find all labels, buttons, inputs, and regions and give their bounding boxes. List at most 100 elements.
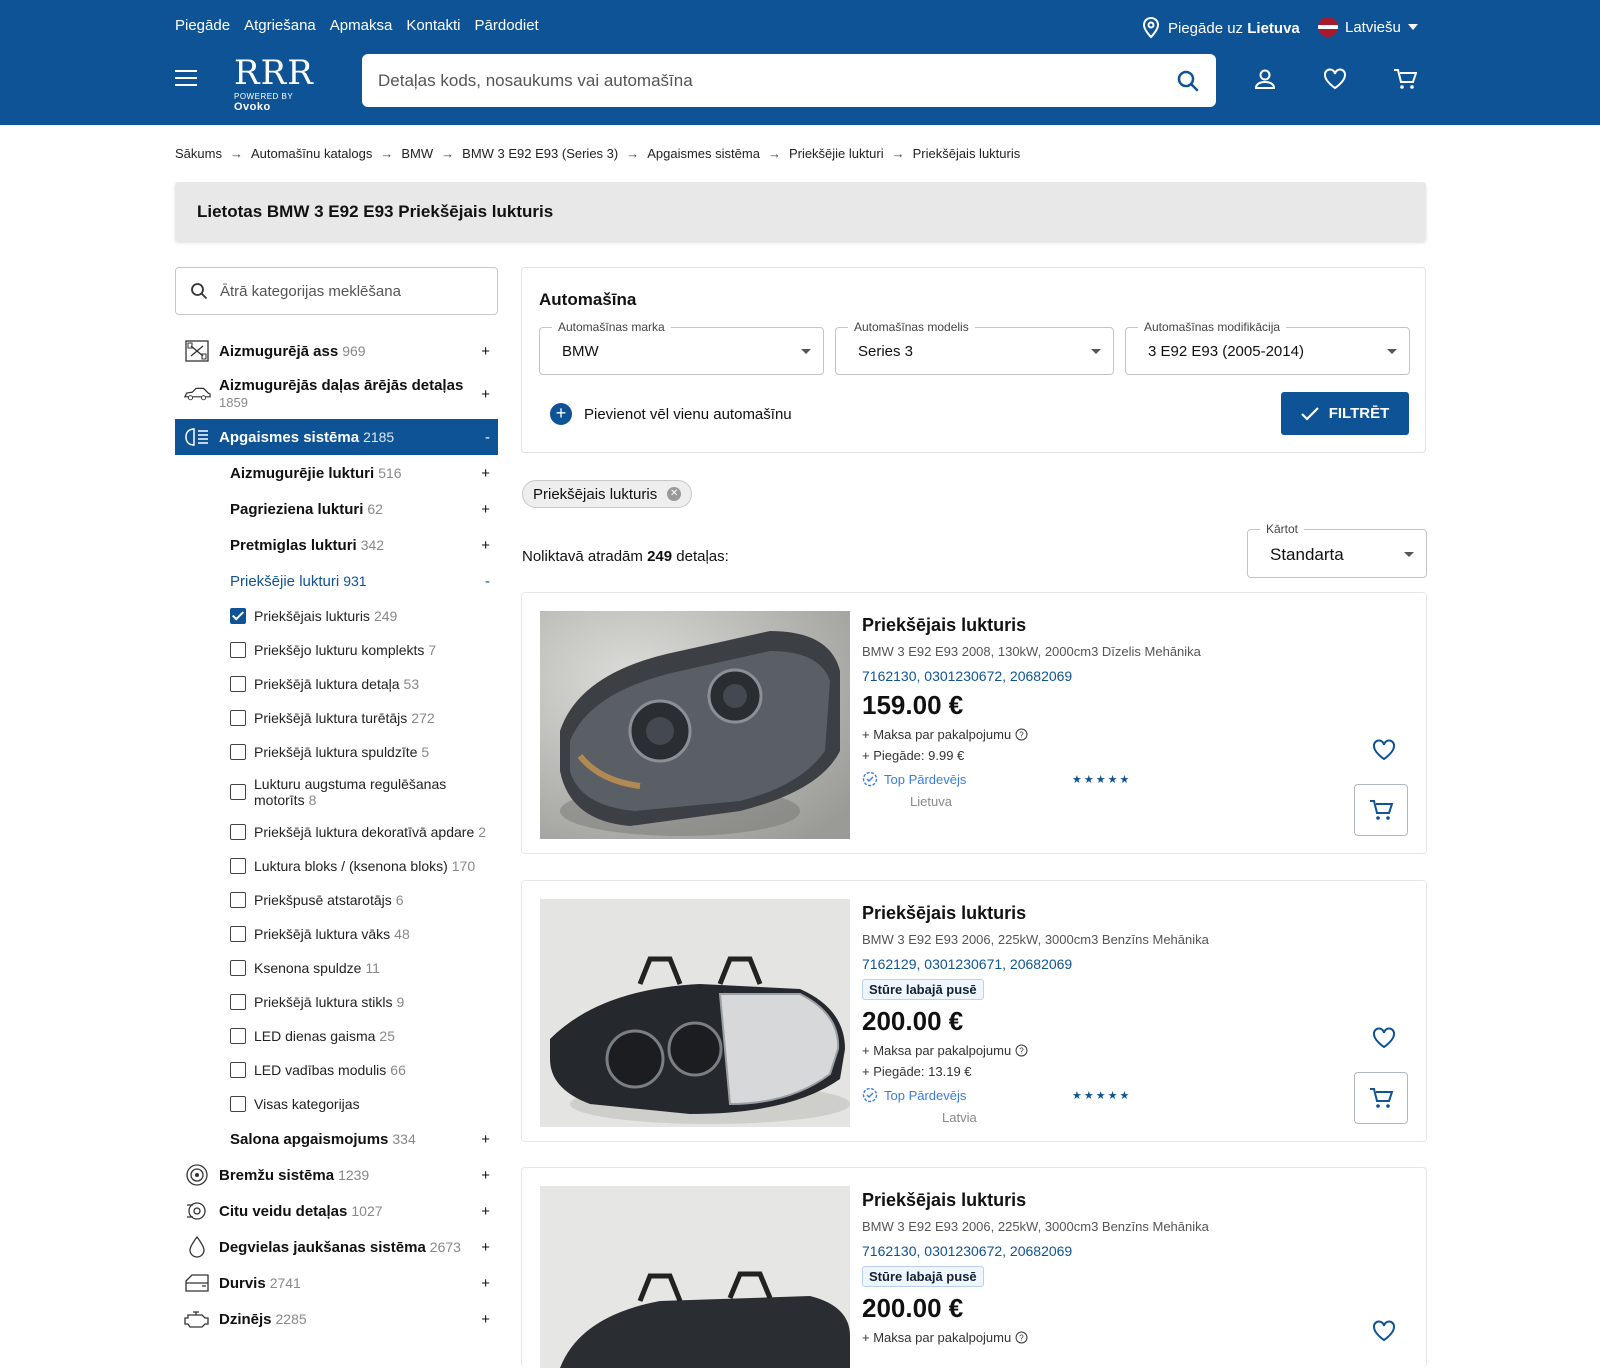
breadcrumb-item[interactable]: Sākums bbox=[175, 146, 222, 161]
checkbox[interactable] bbox=[230, 858, 246, 874]
subcategory-rear-lights[interactable]: Aizmugurējie lukturi 516 + bbox=[175, 455, 498, 491]
filter-option[interactable]: Lukturu augstuma regulēšanas motorīts 8 bbox=[175, 769, 498, 815]
breadcrumb-item[interactable]: BMW 3 E92 E93 (Series 3) bbox=[462, 146, 618, 161]
category-other-parts[interactable]: Citu veidu detaļas 1027 + bbox=[175, 1193, 498, 1229]
model-select[interactable]: Automašīnas modelis Series 3 bbox=[835, 320, 1114, 375]
expand-toggle[interactable]: + bbox=[481, 501, 490, 518]
checkbox[interactable] bbox=[230, 926, 246, 942]
product-title[interactable]: Priekšējais lukturis bbox=[862, 903, 1262, 924]
filter-option[interactable]: Priekšējo lukturu komplekts 7 bbox=[175, 633, 498, 667]
product-image[interactable] bbox=[540, 1186, 850, 1368]
filter-option[interactable]: Priekšējā luktura turētājs 272 bbox=[175, 701, 498, 735]
filter-option[interactable]: LED dienas gaisma 25 bbox=[175, 1019, 498, 1053]
checkbox[interactable] bbox=[230, 1096, 246, 1112]
help-circle-icon[interactable]: ? bbox=[1015, 1044, 1028, 1057]
link-delivery[interactable]: Piegāde bbox=[175, 17, 230, 34]
subcategory-fog-lights[interactable]: Pretmiglas lukturi 342 + bbox=[175, 527, 498, 563]
checkbox[interactable] bbox=[230, 960, 246, 976]
site-logo[interactable]: RRR POWERED BY Ovoko bbox=[234, 56, 324, 113]
expand-toggle[interactable]: + bbox=[481, 465, 490, 482]
product-codes[interactable]: 7162130, 0301230672, 20682069 bbox=[862, 668, 1262, 684]
filter-option[interactable]: Priekšējā luktura detaļa 53 bbox=[175, 667, 498, 701]
add-to-cart-button[interactable] bbox=[1354, 784, 1408, 836]
checkbox[interactable] bbox=[230, 784, 246, 800]
checkbox[interactable] bbox=[230, 642, 246, 658]
subcategory-interior-lighting[interactable]: Salona apgaismojums 334 + bbox=[175, 1121, 498, 1157]
product-title[interactable]: Priekšējais lukturis bbox=[862, 1190, 1262, 1211]
category-doors[interactable]: Durvis 2741 + bbox=[175, 1265, 498, 1301]
menu-icon[interactable] bbox=[175, 70, 197, 91]
close-icon[interactable]: ✕ bbox=[667, 487, 682, 501]
expand-toggle[interactable]: + bbox=[481, 1275, 490, 1292]
breadcrumb-item[interactable]: Priekšējie lukturi bbox=[789, 146, 884, 161]
search-icon[interactable] bbox=[1176, 69, 1200, 93]
modification-select[interactable]: Automašīnas modifikācija 3 E92 E93 (2005… bbox=[1125, 320, 1410, 375]
expand-toggle[interactable]: + bbox=[481, 1131, 490, 1148]
product-title[interactable]: Priekšējais lukturis bbox=[862, 615, 1262, 636]
link-returns[interactable]: Atgriešana bbox=[244, 17, 316, 34]
breadcrumb-item[interactable]: Apgaismes sistēma bbox=[647, 146, 760, 161]
product-card[interactable]: Priekšējais lukturis BMW 3 E92 E93 2008,… bbox=[521, 592, 1427, 854]
product-image[interactable] bbox=[540, 899, 850, 1127]
help-circle-icon[interactable]: ? bbox=[1015, 728, 1028, 741]
checkbox[interactable] bbox=[230, 892, 246, 908]
checkbox[interactable] bbox=[230, 710, 246, 726]
filter-option[interactable]: Priekšējais lukturis 249 bbox=[175, 599, 498, 633]
add-to-cart-button[interactable] bbox=[1354, 1072, 1408, 1124]
product-image[interactable] bbox=[540, 611, 850, 839]
expand-toggle[interactable]: + bbox=[481, 1167, 490, 1184]
category-brakes[interactable]: Bremžu sistēma 1239 + bbox=[175, 1157, 498, 1193]
help-circle-icon[interactable]: ? bbox=[1015, 1331, 1028, 1344]
add-car-button[interactable]: + Pievienot vēl vienu automašīnu bbox=[550, 403, 792, 425]
expand-toggle[interactable]: + bbox=[481, 1239, 490, 1256]
breadcrumb-item[interactable]: BMW bbox=[401, 146, 433, 161]
filter-option[interactable]: Priekšējā luktura vāks 48 bbox=[175, 917, 498, 951]
checkbox[interactable] bbox=[230, 1062, 246, 1078]
link-payment[interactable]: Apmaksa bbox=[330, 17, 393, 34]
ship-to-selector[interactable]: Piegāde uz Lietuva bbox=[1142, 17, 1300, 39]
checkbox[interactable] bbox=[230, 744, 246, 760]
link-sell[interactable]: Pārdodiet bbox=[475, 17, 539, 34]
filter-button[interactable]: FILTRĒT bbox=[1281, 392, 1409, 435]
checkbox-checked[interactable] bbox=[230, 608, 246, 624]
product-codes[interactable]: 7162130, 0301230672, 20682069 bbox=[862, 1243, 1262, 1259]
category-fuel-mixture[interactable]: Degvielas jaukšanas sistēma 2673 + bbox=[175, 1229, 498, 1265]
seller-label[interactable]: Top Pārdevējs bbox=[884, 1088, 966, 1103]
collapse-toggle[interactable]: - bbox=[485, 573, 490, 590]
checkbox[interactable] bbox=[230, 1028, 246, 1044]
category-lighting[interactable]: Apgaismes sistēma 2185 - bbox=[175, 419, 498, 455]
filter-option[interactable]: Priekšējā luktura stikls 9 bbox=[175, 985, 498, 1019]
favorite-heart-icon[interactable] bbox=[1372, 1027, 1396, 1049]
cart-icon[interactable] bbox=[1393, 68, 1417, 90]
expand-toggle[interactable]: + bbox=[481, 1311, 490, 1328]
filter-option[interactable]: Priekšējā luktura spuldzīte 5 bbox=[175, 735, 498, 769]
collapse-toggle[interactable]: - bbox=[485, 429, 490, 446]
checkbox[interactable] bbox=[230, 994, 246, 1010]
filter-option[interactable]: Priekšpusē atstarotājs 6 bbox=[175, 883, 498, 917]
subcategory-headlights[interactable]: Priekšējie lukturi 931 - bbox=[175, 563, 498, 599]
language-selector[interactable]: Latviešu bbox=[1318, 17, 1418, 37]
favorite-heart-icon[interactable] bbox=[1372, 1320, 1396, 1342]
favorite-heart-icon[interactable] bbox=[1372, 739, 1396, 761]
heart-icon[interactable] bbox=[1323, 68, 1347, 90]
filter-option[interactable]: Ksenona spuldze 11 bbox=[175, 951, 498, 985]
breadcrumb-item[interactable]: Automašīnu katalogs bbox=[251, 146, 372, 161]
filter-option[interactable]: Priekšējā luktura dekoratīvā apdare 2 bbox=[175, 815, 498, 849]
expand-toggle[interactable]: + bbox=[481, 386, 490, 403]
expand-toggle[interactable]: + bbox=[481, 343, 490, 360]
category-rear-exterior[interactable]: Aizmugurējās daļas ārējās detaļas 1859 + bbox=[175, 369, 498, 419]
seller-label[interactable]: Top Pārdevējs bbox=[884, 772, 966, 787]
expand-toggle[interactable]: + bbox=[481, 537, 490, 554]
filter-option[interactable]: LED vadības modulis 66 bbox=[175, 1053, 498, 1087]
product-card[interactable]: Priekšējais lukturis BMW 3 E92 E93 2006,… bbox=[521, 1167, 1427, 1368]
category-search-input[interactable] bbox=[220, 268, 480, 314]
search-input[interactable] bbox=[378, 54, 1158, 107]
user-icon[interactable] bbox=[1254, 68, 1276, 90]
checkbox[interactable] bbox=[230, 676, 246, 692]
make-select[interactable]: Automašīnas marka BMW bbox=[539, 320, 824, 375]
category-rear-axle[interactable]: Aizmugurējā ass 969 + bbox=[175, 333, 498, 369]
product-card[interactable]: Priekšējais lukturis BMW 3 E92 E93 2006,… bbox=[521, 880, 1427, 1142]
filter-option-all[interactable]: Visas kategorijas bbox=[175, 1087, 498, 1121]
product-codes[interactable]: 7162129, 0301230671, 20682069 bbox=[862, 956, 1262, 972]
sort-select[interactable]: Kārtot Standarta bbox=[1247, 522, 1427, 578]
